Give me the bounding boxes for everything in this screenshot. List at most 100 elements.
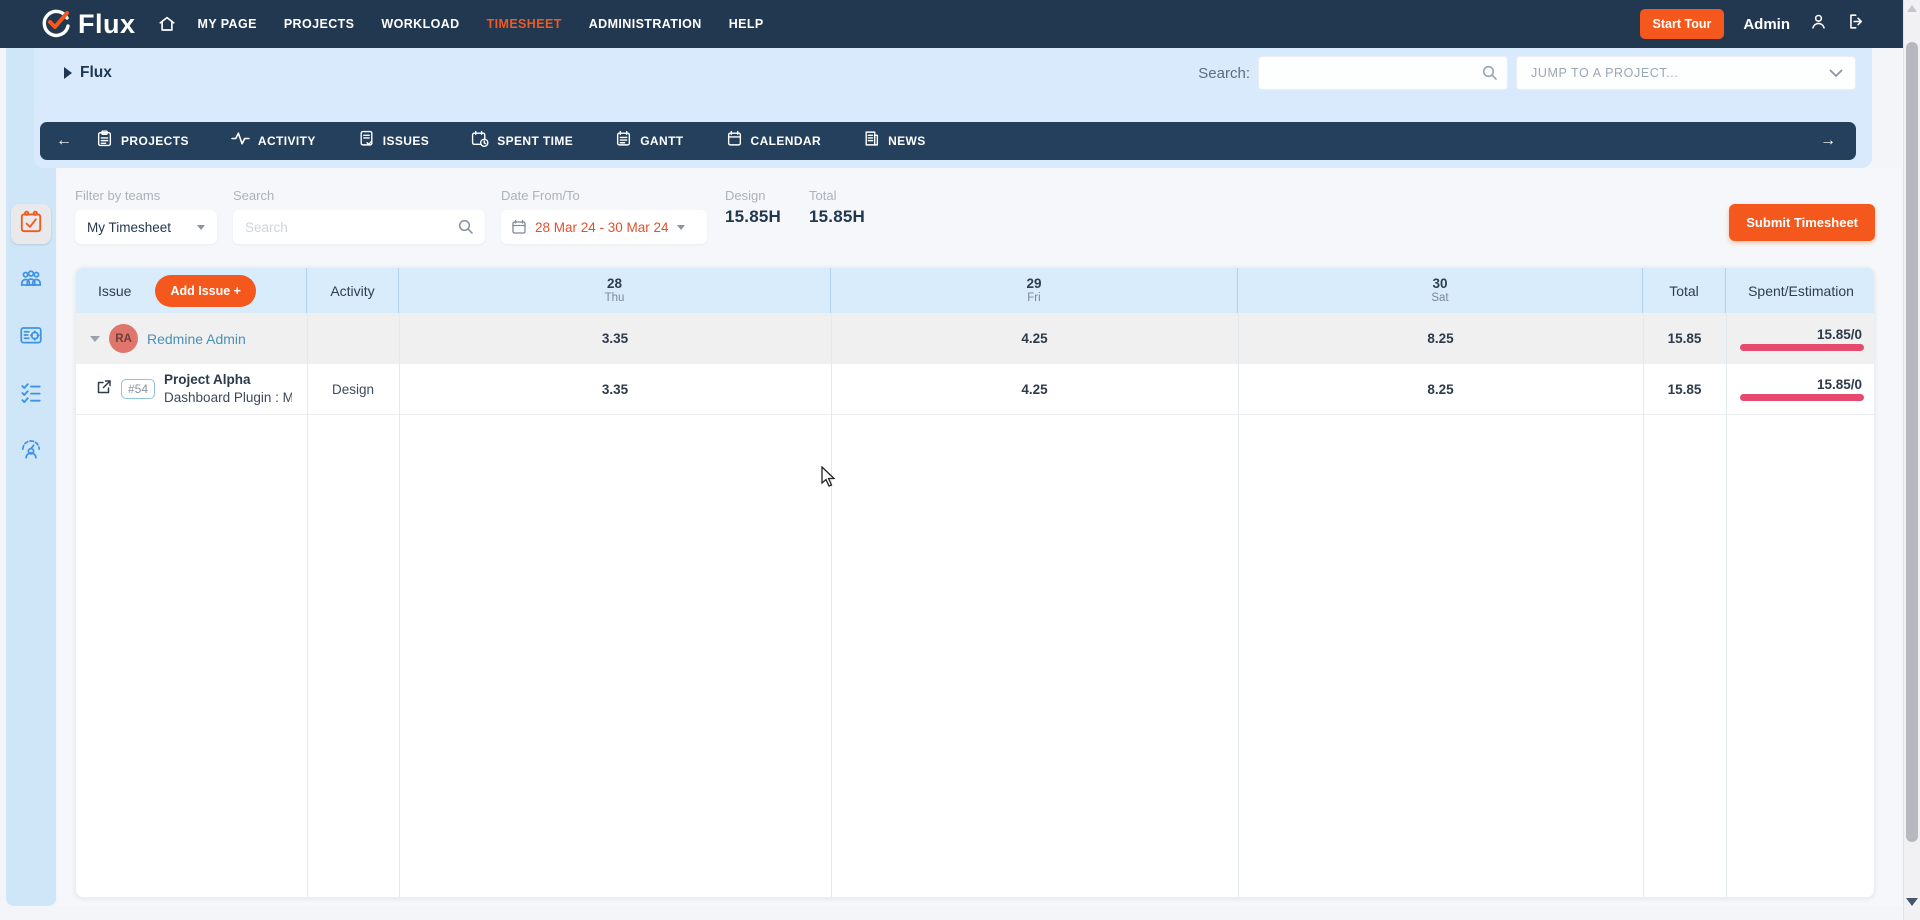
team-filter-group: Filter by teams My Timesheet — [75, 188, 217, 244]
team-select-value: My Timesheet — [87, 220, 171, 235]
group-user-name[interactable]: Redmine Admin — [147, 331, 246, 347]
issue-title-block[interactable]: Project Alpha Dashboard Plugin : Ma — [164, 371, 292, 406]
sidebar-item-timesheet[interactable] — [11, 204, 51, 244]
brand-name: Flux — [78, 9, 136, 40]
scrollbar-up-icon[interactable] — [1907, 5, 1917, 12]
issue-id-badge[interactable]: #54 — [121, 379, 155, 399]
tab-gantt[interactable]: GANTT — [594, 130, 704, 152]
nav-right-group: Start Tour Admin — [1640, 9, 1866, 39]
team-filter-label: Filter by teams — [75, 188, 217, 203]
tab-calendar[interactable]: CALENDAR — [705, 130, 843, 152]
date-range-value: 28 Mar 24 - 30 Mar 24 — [535, 220, 669, 235]
issue-total-value: 15.85 — [1643, 364, 1726, 414]
issue-column-header: Issue — [98, 283, 131, 299]
activity-column-header: Activity — [307, 268, 399, 313]
group-spent-estimation-cell: 15.85/0 — [1726, 313, 1875, 364]
column-divider — [1238, 313, 1239, 898]
scrollbar-thumb[interactable] — [1906, 42, 1918, 842]
issue-day-value-28[interactable]: 3.35 — [399, 364, 831, 414]
team-select[interactable]: My Timesheet — [75, 210, 217, 244]
logout-icon[interactable] — [1847, 12, 1866, 36]
calendar-check-icon — [18, 209, 44, 240]
timesheet-table: Issue Add Issue + Activity 28 Thu 29 Fri… — [75, 267, 1875, 898]
scrollbar-down-icon[interactable] — [1906, 898, 1918, 906]
team-icon — [18, 266, 44, 297]
group-day-value-30[interactable]: 8.25 — [1238, 313, 1643, 364]
nav-item-help[interactable]: HELP — [729, 17, 764, 31]
progress-bar — [1740, 344, 1864, 351]
sidebar-item-teams[interactable] — [11, 261, 51, 301]
collapse-caret-icon[interactable] — [90, 336, 100, 342]
issue-spent-value: 15.85/0 — [1740, 377, 1864, 392]
column-divider — [307, 313, 308, 898]
grand-total-stat: Total 15.85H — [809, 188, 875, 227]
design-stat-label: Design — [725, 188, 791, 203]
left-sidebar — [6, 48, 56, 906]
issue-search-label: Search — [233, 188, 485, 203]
nav-item-my-page[interactable]: MY PAGE — [198, 17, 257, 31]
current-user-label[interactable]: Admin — [1743, 16, 1790, 33]
tab-issues[interactable]: ISSUES — [337, 130, 450, 152]
jump-to-project-value: JUMP TO A PROJECT... — [1531, 66, 1678, 80]
scroll-right-icon[interactable]: → — [1820, 133, 1836, 149]
group-total-value: 15.85 — [1643, 313, 1726, 364]
search-icon — [1481, 64, 1499, 82]
tab-activity[interactable]: ACTIVITY — [210, 131, 337, 151]
nav-item-workload[interactable]: WORKLOAD — [381, 17, 459, 31]
sidebar-item-checklist[interactable] — [11, 374, 51, 414]
document-check-icon — [358, 130, 375, 152]
breadcrumb[interactable]: Flux — [64, 64, 112, 82]
home-icon[interactable] — [158, 15, 176, 33]
design-stat-value: 15.85H — [725, 207, 791, 227]
nav-item-timesheet[interactable]: TIMESHEET — [487, 17, 562, 31]
issue-search-group: Search — [233, 188, 485, 244]
calendar-icon — [726, 130, 743, 152]
start-tour-button[interactable]: Start Tour — [1640, 9, 1725, 39]
top-navigation: Flux MY PAGE PROJECTS WORKLOAD TIMESHEET… — [0, 0, 1920, 48]
search-label: Search: — [1198, 65, 1250, 82]
issue-search-input[interactable] — [233, 220, 485, 235]
project-tab-bar: ← PROJECTS ACTIVITY ISSUES SPENT TIME GA… — [40, 122, 1856, 160]
column-divider — [831, 313, 832, 898]
board-gear-icon — [18, 322, 44, 353]
date-range-group: Date From/To 28 Mar 24 - 30 Mar 24 — [501, 188, 707, 244]
group-day-value-29[interactable]: 4.25 — [831, 313, 1238, 364]
design-total-stat: Design 15.85H — [725, 188, 791, 227]
user-icon[interactable] — [1809, 12, 1828, 36]
group-day-value-28[interactable]: 3.35 — [399, 313, 831, 364]
gauge-person-icon — [18, 435, 44, 466]
checklist-icon — [18, 379, 44, 410]
flux-logo[interactable]: Flux — [40, 6, 136, 43]
main-content: Filter by teams My Timesheet Search Date… — [57, 168, 1903, 906]
caret-down-icon — [197, 225, 205, 230]
date-range-label: Date From/To — [501, 188, 707, 203]
table-header-row: Issue Add Issue + Activity 28 Thu 29 Fri… — [76, 268, 1874, 313]
issue-spent-estimation-cell: 15.85/0 — [1726, 364, 1875, 414]
sidebar-item-workload-gauge[interactable] — [11, 430, 51, 470]
day-column-header-28: 28 Thu — [399, 268, 831, 313]
nav-item-administration[interactable]: ADMINISTRATION — [589, 17, 702, 31]
jump-to-project-select[interactable]: JUMP TO A PROJECT... — [1516, 56, 1856, 90]
sidebar-item-settings-board[interactable] — [11, 317, 51, 357]
tab-projects[interactable]: PROJECTS — [72, 130, 210, 152]
tab-spent-time[interactable]: SPENT TIME — [450, 130, 594, 152]
chevron-down-icon — [1829, 69, 1843, 78]
external-link-icon[interactable] — [96, 379, 112, 400]
total-stat-value: 15.85H — [809, 207, 875, 227]
add-issue-button[interactable]: Add Issue + — [155, 275, 256, 307]
submit-timesheet-button[interactable]: Submit Timesheet — [1729, 204, 1875, 241]
issue-project-title: Project Alpha — [164, 371, 292, 389]
vertical-scrollbar[interactable] — [1903, 0, 1920, 920]
tab-news[interactable]: NEWS — [842, 130, 947, 152]
global-search-input[interactable] — [1258, 56, 1508, 90]
date-range-picker[interactable]: 28 Mar 24 - 30 Mar 24 — [501, 210, 707, 244]
issue-day-value-30[interactable]: 8.25 — [1238, 364, 1643, 414]
avatar: RA — [109, 324, 138, 353]
table-row-issue[interactable]: #54 Project Alpha Dashboard Plugin : Ma … — [76, 364, 1874, 415]
nav-item-projects[interactable]: PROJECTS — [284, 17, 355, 31]
issue-day-value-29[interactable]: 4.25 — [831, 364, 1238, 414]
breadcrumb-arrow-icon — [64, 67, 72, 79]
scroll-left-icon[interactable]: ← — [56, 133, 72, 149]
table-row-group-user[interactable]: RA Redmine Admin 3.35 4.25 8.25 15.85 15… — [76, 313, 1874, 364]
calendar-clock-icon — [471, 130, 489, 152]
